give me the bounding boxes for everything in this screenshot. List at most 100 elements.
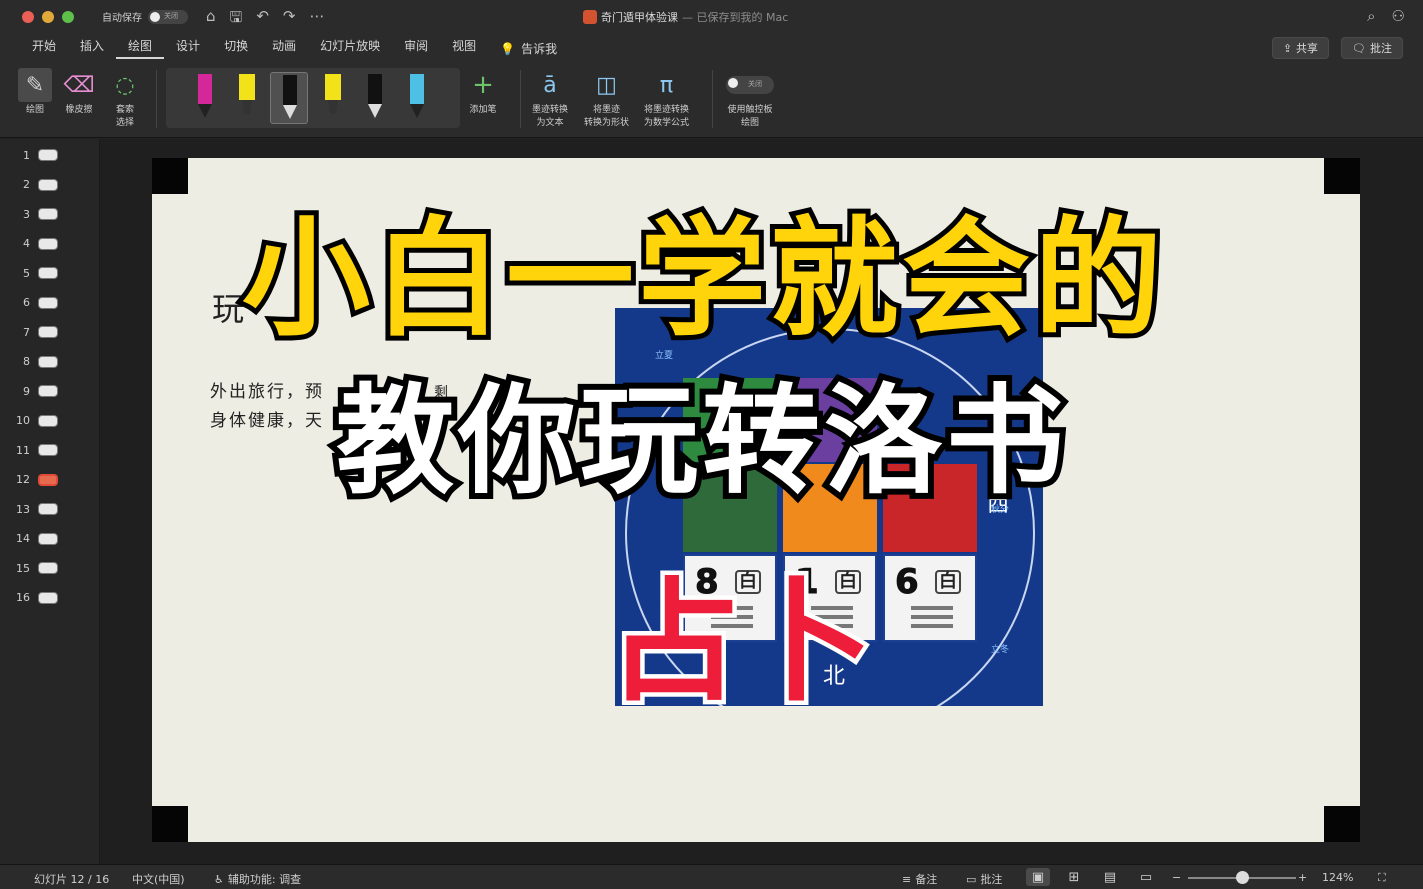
cell-number: 6 (895, 562, 920, 603)
save-icon[interactable]: 🖫 (230, 7, 243, 32)
autosave-toggle[interactable]: 关闭 (148, 9, 188, 24)
close-window-button[interactable] (22, 11, 34, 23)
overlay-title-line2[interactable]: 教你玩转洛书 (330, 370, 1070, 512)
more-icon[interactable]: ⋯ (309, 7, 324, 32)
slide-thumbnail[interactable]: 6 (14, 295, 58, 311)
slide-thumbnail-preview[interactable] (38, 355, 58, 368)
slide-thumbnail-preview[interactable] (38, 562, 58, 574)
window-controls (22, 11, 74, 23)
autosave-control[interactable]: 自动保存 关闭 (102, 9, 188, 24)
slide-thumbnail-preview[interactable] (38, 414, 58, 427)
tab-design[interactable]: 设计 (164, 39, 212, 59)
slide-thumbnail-preview[interactable] (38, 591, 58, 604)
zoom-in-button[interactable]: + (1298, 871, 1307, 884)
ribbon-divider (156, 70, 157, 128)
slide-sorter-view-button[interactable]: ⊞ (1062, 868, 1086, 886)
slide-thumbnail[interactable]: 12 (14, 472, 58, 488)
slide-thumbnail[interactable]: 9 (14, 383, 58, 399)
search-icon[interactable]: ⌕ (1367, 7, 1375, 25)
notes-button[interactable]: ≡ 备注 (902, 871, 937, 887)
slide-thumbnail[interactable]: 2 (14, 177, 58, 193)
share-person-icon[interactable]: ⚇ (1392, 7, 1405, 25)
trackpad-draw-control[interactable]: 关闭 使用触控板 绘图 (726, 68, 774, 128)
tab-home[interactable]: 开始 (20, 39, 68, 59)
highlighter-yellow[interactable] (228, 72, 266, 124)
slide-thumbnail[interactable]: 7 (14, 324, 58, 340)
eraser-button[interactable]: ⌫ 橡皮擦 (62, 68, 96, 116)
trackpad-toggle[interactable]: 关闭 (726, 76, 774, 94)
slide-thumbnail-preview[interactable] (38, 237, 58, 250)
slide-thumbnail[interactable]: 13 (14, 501, 58, 517)
slide-thumbnail[interactable]: 8 (14, 354, 58, 370)
share-button[interactable]: ⇪ 共享 (1271, 37, 1330, 59)
slide-thumbnail[interactable]: 11 (14, 442, 58, 458)
ink-to-text-button[interactable]: ā 墨迹转换 为文本 (532, 68, 568, 129)
pen-magenta[interactable] (186, 72, 224, 124)
redo-icon[interactable]: ↷ (283, 7, 296, 32)
slide-thumbnail[interactable]: 15 (14, 560, 58, 576)
reading-view-button[interactable]: ▤ (1098, 868, 1122, 886)
body-line-1: 外出旅行，预 (210, 382, 324, 402)
slide-thumbnail-preview[interactable] (38, 178, 58, 191)
pen-cyan[interactable] (398, 72, 436, 124)
slide-thumbnail[interactable]: 1 (14, 147, 58, 163)
notes-icon: ≡ (902, 872, 912, 886)
slide-thumbnail[interactable]: 14 (14, 531, 58, 547)
slide-12[interactable]: 玩 外出旅行，预剩 身体健康，天 8 白 1 白 6 白 西 北 立夏 立冬 秋… (152, 158, 1360, 842)
zoom-slider-knob[interactable] (1236, 871, 1249, 884)
tab-view[interactable]: 视图 (440, 39, 488, 59)
slide-thumbnail-number: 13 (16, 502, 30, 516)
zoom-level[interactable]: 124% (1322, 871, 1353, 884)
overlay-title-line3[interactable]: 占卜 (604, 564, 879, 723)
slide-thumbnail-preview[interactable] (38, 296, 58, 309)
slideshow-view-button[interactable]: ▭ (1134, 868, 1158, 886)
header-actions: ⇪ 共享 🗨 批注 (1271, 37, 1403, 59)
slide-thumbnail[interactable]: 5 (14, 265, 58, 281)
slide-thumbnail[interactable]: 3 (14, 206, 58, 222)
tab-review[interactable]: 审阅 (392, 39, 440, 59)
slide-thumbnail[interactable]: 16 (14, 590, 58, 606)
overlay-title-line1[interactable]: 小白一学就会的 (237, 205, 1167, 355)
draw-tool-button[interactable]: ✎ 绘图 (18, 68, 52, 115)
comments-button[interactable]: 🗨 批注 (1341, 37, 1403, 59)
fit-to-window-button[interactable]: ⛶ (1378, 871, 1386, 885)
tell-me-label: 告诉我 (521, 42, 558, 56)
zoom-out-button[interactable]: − (1172, 871, 1181, 884)
slide-thumbnail-preview[interactable] (38, 385, 58, 397)
normal-view-button[interactable]: ▣ (1026, 868, 1050, 886)
autosave-label: 自动保存 (102, 13, 142, 24)
slide-thumbnail-preview[interactable] (38, 444, 58, 456)
slide-thumbnail-preview[interactable] (38, 149, 58, 161)
pen-black-selected[interactable] (270, 72, 308, 124)
tab-transitions[interactable]: 切换 (212, 39, 260, 59)
status-comments-button[interactable]: ▭ 批注 (966, 871, 1002, 887)
ribbon-divider (520, 70, 521, 128)
ink-to-shape-button[interactable]: ◫ 将墨迹 转换为形状 (584, 68, 629, 129)
pen-black-2[interactable] (356, 72, 394, 124)
slide-thumbnail-preview[interactable] (38, 473, 58, 486)
home-icon[interactable]: ⌂ (206, 7, 216, 32)
slide-thumbnail-preview[interactable] (38, 503, 58, 515)
highlighter-yellow-2[interactable] (314, 72, 352, 124)
add-pen-button[interactable]: + 添加笔 (466, 68, 500, 115)
tab-slideshow[interactable]: 幻灯片放映 (308, 39, 392, 59)
maximize-window-button[interactable] (62, 11, 74, 23)
ink-to-math-button[interactable]: π 将墨迹转换 为数学公式 (644, 68, 689, 129)
minimize-window-button[interactable] (42, 11, 54, 23)
tab-insert[interactable]: 插入 (68, 39, 116, 59)
undo-icon[interactable]: ↶ (256, 7, 269, 32)
ribbon-tabs-bar: 开始 插入 绘图 设计 切换 动画 幻灯片放映 审阅 视图 💡 告诉我 ⇪ 共享… (0, 34, 1423, 62)
lasso-select-button[interactable]: ◌ 套索 选择 (108, 68, 142, 129)
tab-draw[interactable]: 绘图 (116, 39, 165, 59)
slide-thumbnail[interactable]: 10 (14, 413, 58, 429)
language-indicator[interactable]: 中文(中国) (132, 871, 185, 887)
slide-heading-text[interactable]: 玩 (212, 284, 244, 330)
tab-animations[interactable]: 动画 (260, 39, 308, 59)
slide-thumbnail[interactable]: 4 (14, 236, 58, 252)
slide-thumbnail-preview[interactable] (38, 208, 58, 220)
slide-thumbnail-preview[interactable] (38, 532, 58, 545)
slide-thumbnail-preview[interactable] (38, 267, 58, 279)
tell-me-search[interactable]: 💡 告诉我 (488, 39, 569, 59)
slide-thumbnail-preview[interactable] (38, 326, 58, 338)
accessibility-status[interactable]: ♿ 辅助功能: 调查 (214, 871, 301, 887)
